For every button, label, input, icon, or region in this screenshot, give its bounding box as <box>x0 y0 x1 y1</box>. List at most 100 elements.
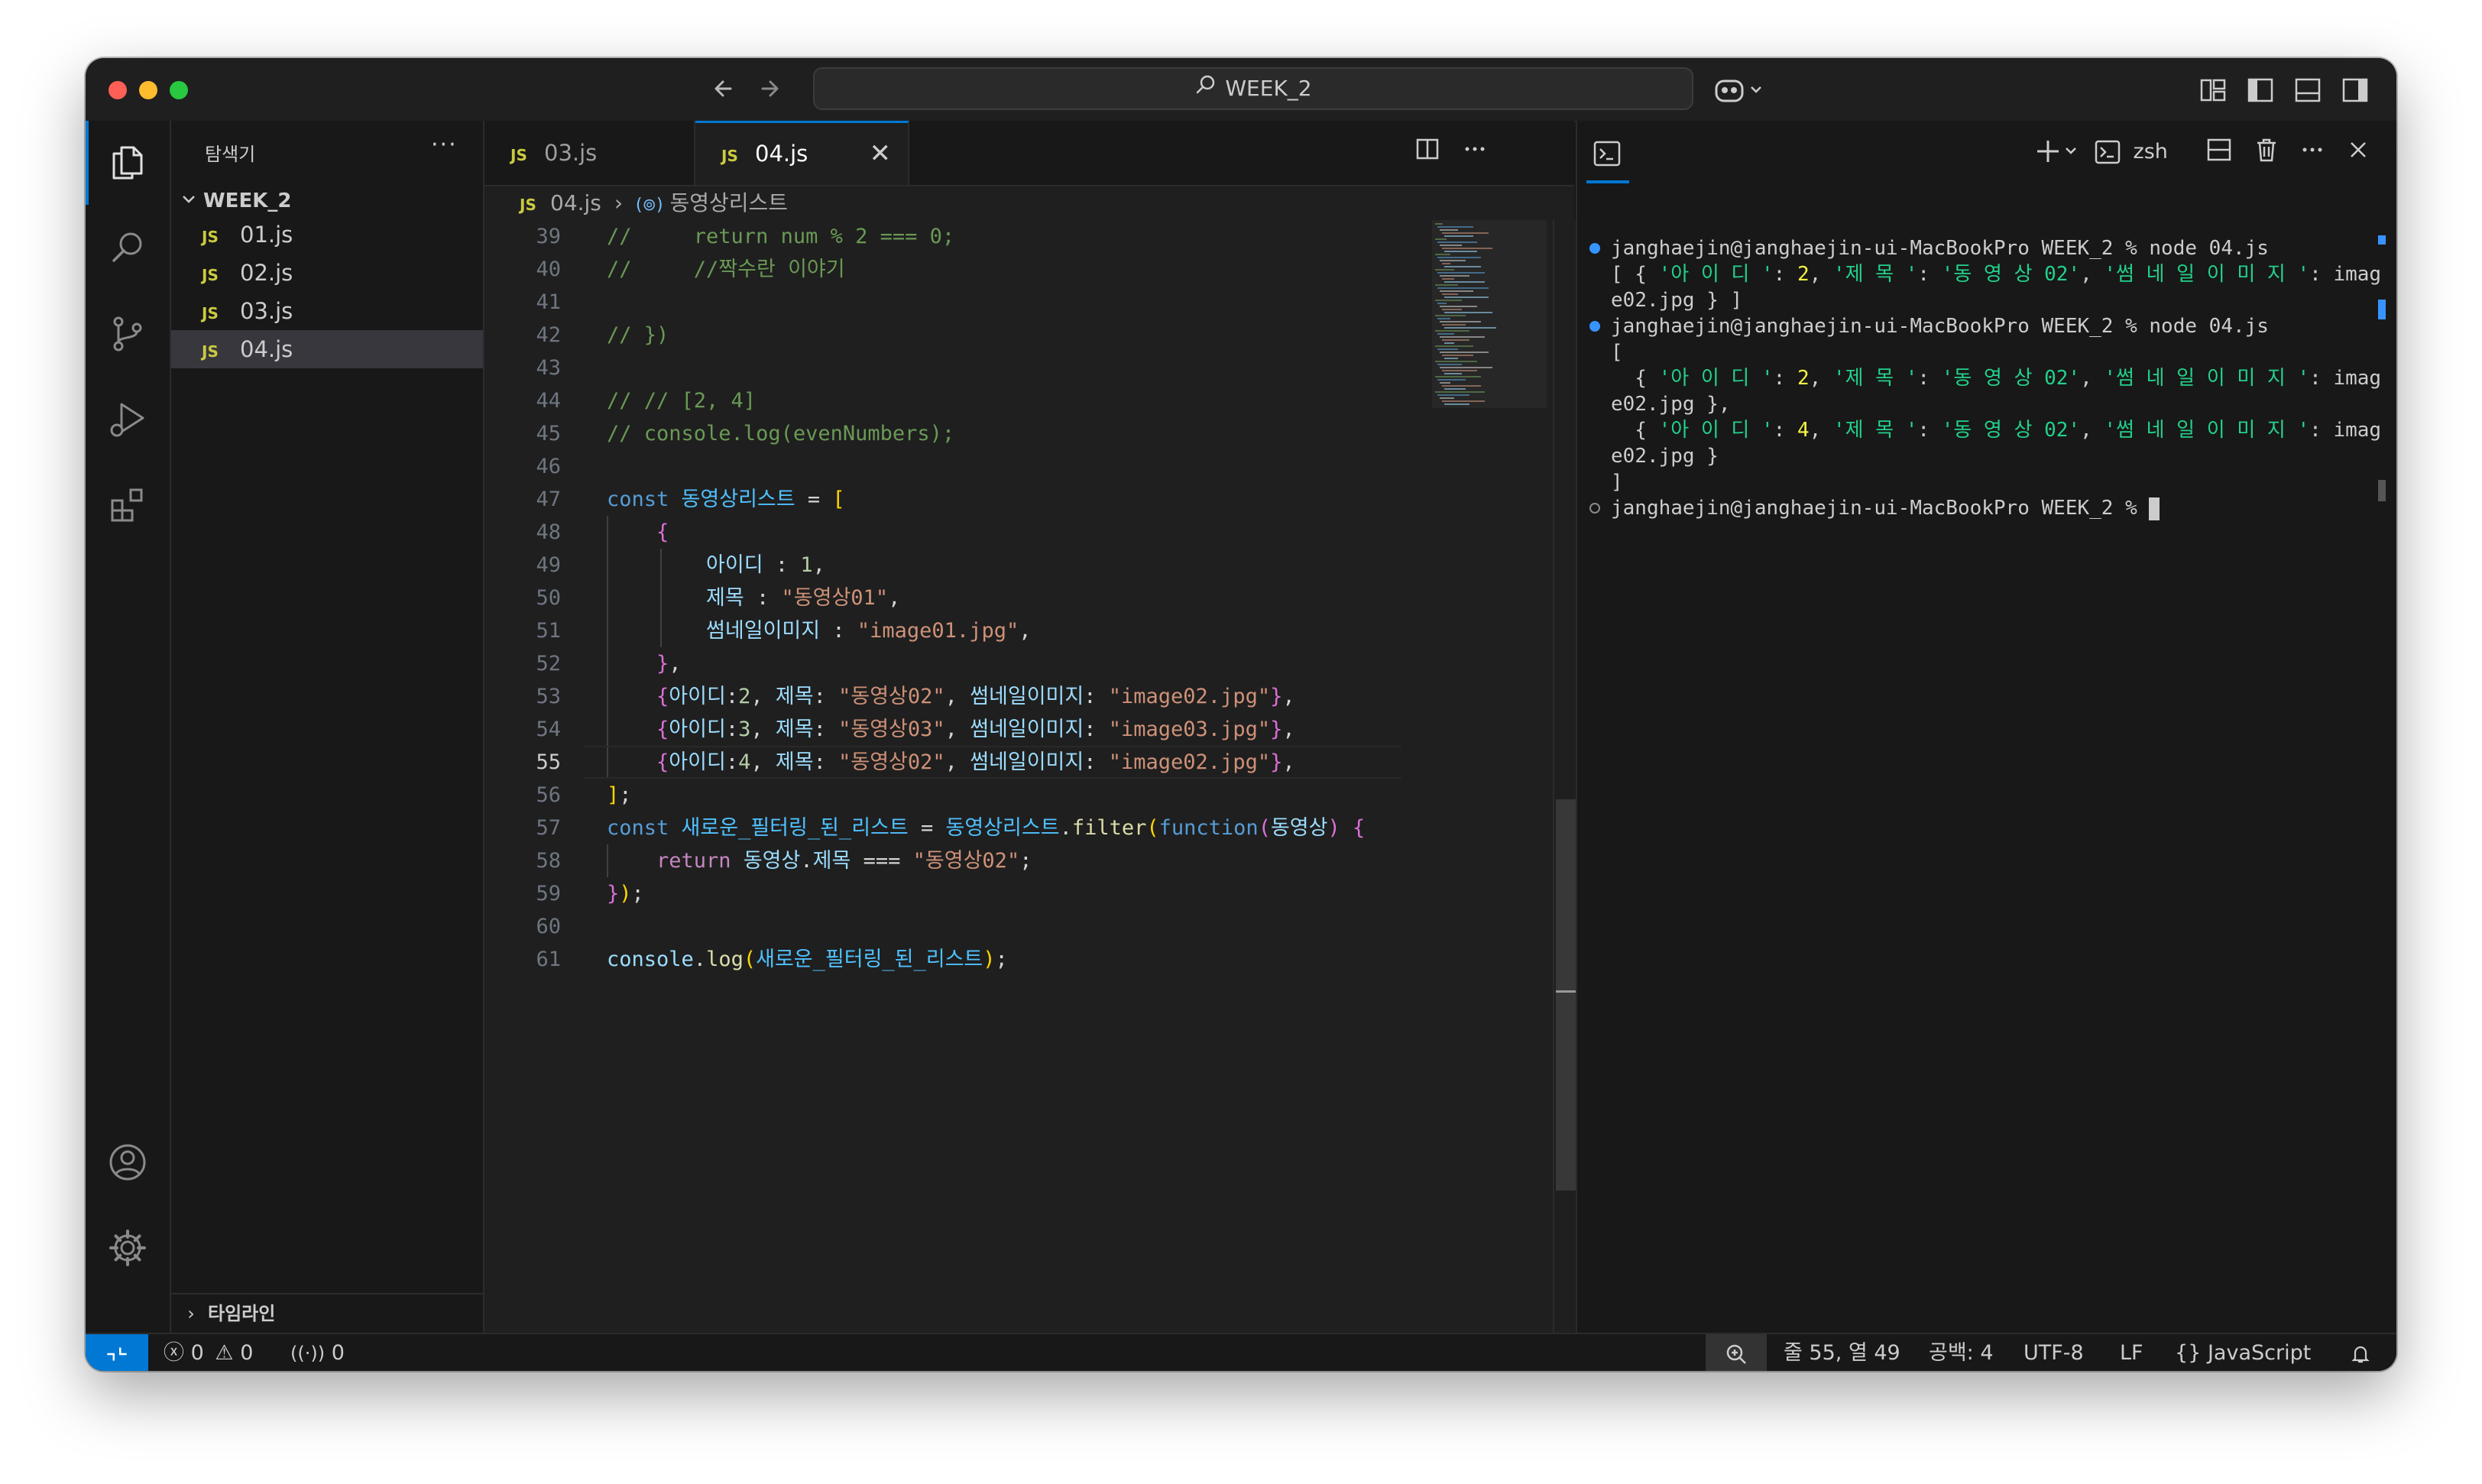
cursor-position[interactable]: 줄 55, 열 49 <box>1784 1334 1900 1371</box>
end-of-line[interactable]: LF <box>2120 1334 2143 1371</box>
source-control-icon <box>113 316 142 352</box>
code-line[interactable]: 51 썸네일이미지 : "image01.jpg", <box>484 614 1401 647</box>
workspace-folder[interactable]: WEEK_2 <box>180 190 291 212</box>
terminal-profile-button[interactable]: zsh <box>2094 136 2168 167</box>
toggle-panel-icon[interactable] <box>2292 75 2323 105</box>
run-debug-activity[interactable] <box>86 377 170 462</box>
scrollbar-thumb[interactable] <box>1556 799 1576 1191</box>
code-line[interactable]: 54 {아이디:3, 제목: "동영상03", 썸네일이미지: "image03… <box>484 713 1401 746</box>
code-line[interactable]: 41 <box>484 286 1401 319</box>
copilot-icon[interactable] <box>1713 75 1761 105</box>
code-text: { <box>656 520 669 544</box>
accounts-activity[interactable] <box>86 1120 170 1204</box>
explorer-activity[interactable] <box>86 121 170 205</box>
terminal-icon[interactable] <box>1593 139 1622 171</box>
file-item[interactable]: JS 01.js <box>171 215 483 254</box>
indentation[interactable]: 공백: 4 <box>1929 1334 1994 1371</box>
code-text: // console.log(evenNumbers); <box>607 422 955 446</box>
code-line[interactable]: 56]; <box>484 779 1401 812</box>
code-line[interactable]: 50 제목 : "동영상01", <box>484 582 1401 614</box>
line-number: 46 <box>536 455 561 478</box>
line-number: 44 <box>536 389 561 413</box>
breadcrumb-symbol[interactable]: 동영상리스트 <box>669 190 788 215</box>
ports-count: 0 <box>331 1341 345 1365</box>
command-decoration[interactable] <box>1589 321 1600 332</box>
split-terminal-icon[interactable] <box>2205 136 2233 167</box>
code-line[interactable]: 52 }, <box>484 647 1401 680</box>
minimap[interactable] <box>1432 220 1547 1333</box>
title-bar: WEEK_2 <box>86 58 2396 122</box>
code-line[interactable]: 46 <box>484 450 1401 483</box>
editor-more-actions-icon[interactable] <box>1460 136 1490 167</box>
remote-icon <box>107 1347 127 1360</box>
split-editor-icon[interactable] <box>1412 136 1443 167</box>
command-decoration[interactable] <box>1589 243 1600 254</box>
js-file-icon: JS <box>202 266 219 284</box>
tab-03-js[interactable]: JS 03.js <box>484 121 695 185</box>
customize-layout-icon[interactable] <box>2198 75 2228 105</box>
toggle-primary-sidebar-icon[interactable] <box>2245 75 2276 105</box>
code-line[interactable]: 60 <box>484 910 1401 943</box>
sidebar-more-actions[interactable]: ··· <box>431 131 458 158</box>
code-line[interactable]: 53 {아이디:2, 제목: "동영상02", 썸네일이미지: "image02… <box>484 680 1401 713</box>
code-line[interactable]: 59}); <box>484 877 1401 910</box>
close-tab-icon[interactable]: ✕ <box>870 123 892 184</box>
extensions-activity[interactable] <box>86 463 170 547</box>
line-number: 54 <box>536 718 561 741</box>
code-text: return 동영상.제목 === "동영상02"; <box>656 849 1032 873</box>
code-line[interactable]: 43 <box>484 352 1401 384</box>
code-line[interactable]: 58 return 동영상.제목 === "동영상02"; <box>484 844 1401 877</box>
terminal-panel: zsh janghaejin@janghaejin-ui-MacBookPro … <box>1576 121 2396 1333</box>
zoom-window-button[interactable] <box>170 81 188 99</box>
code-line[interactable]: 40 // //짝수란 이야기 <box>484 253 1401 286</box>
encoding[interactable]: UTF-8 <box>2024 1334 2084 1371</box>
timeline-section[interactable]: › 타임라인 <box>171 1293 483 1333</box>
code-line[interactable]: 49 아이디 : 1, <box>484 549 1401 582</box>
tab-04-js[interactable]: JS 04.js ✕ <box>695 121 909 185</box>
file-name: 03.js <box>240 298 293 324</box>
line-number: 52 <box>536 652 561 676</box>
search-activity[interactable] <box>86 206 170 290</box>
line-number: 40 <box>536 258 561 281</box>
new-terminal-button[interactable] <box>2034 136 2080 167</box>
file-item[interactable]: JS 03.js <box>171 292 483 330</box>
code-line[interactable]: 39 // return num % 2 === 0; <box>484 220 1401 253</box>
problems-status[interactable]: ⓧ 0 ⚠ 0 <box>164 1334 253 1371</box>
terminal-shell-icon <box>2095 140 2121 164</box>
back-arrow-icon[interactable] <box>708 72 741 105</box>
toggle-secondary-sidebar-icon[interactable] <box>2340 75 2370 105</box>
zoom-indicator[interactable] <box>1706 1334 1767 1371</box>
editor-vertical-scrollbar[interactable] <box>1553 220 1576 1333</box>
close-window-button[interactable] <box>109 81 127 99</box>
terminal-line: e02.jpg } ] <box>1611 289 1743 312</box>
terminal-header: zsh <box>1577 121 2396 185</box>
breadcrumb-file[interactable]: 04.js <box>550 190 601 215</box>
command-center-search[interactable]: WEEK_2 <box>813 67 1693 110</box>
js-file-icon: JS <box>202 304 219 322</box>
code-line[interactable]: 55 {아이디:4, 제목: "동영상02", 썸네일이미지: "image02… <box>484 746 1401 779</box>
file-item[interactable]: JS 02.js <box>171 254 483 292</box>
code-line[interactable]: 42 // }) <box>484 319 1401 352</box>
code-text: }); <box>607 882 644 906</box>
close-panel-icon[interactable] <box>2344 136 2372 167</box>
command-decoration[interactable] <box>1589 503 1600 514</box>
code-line[interactable]: 61 console.log(새로운_필터링_된_리스트); <box>484 943 1401 976</box>
language-mode[interactable]: {} JavaScript <box>2175 1334 2311 1371</box>
source-control-activity[interactable] <box>86 292 170 376</box>
minimap-viewport[interactable] <box>1432 220 1547 408</box>
code-line[interactable]: 57 const 새로운_필터링_된_리스트 = 동영상리스트.filter(fu… <box>484 812 1401 844</box>
terminal-more-actions-icon[interactable] <box>2299 136 2326 167</box>
minimize-window-button[interactable] <box>139 81 157 99</box>
code-line[interactable]: 48 { <box>484 516 1401 549</box>
code-editor[interactable]: 39 // return num % 2 === 0; 40 // //짝수란 이야기… <box>484 220 1401 1333</box>
forward-arrow-icon[interactable] <box>753 72 787 105</box>
code-line[interactable]: 45 // console.log(evenNumbers); <box>484 417 1401 450</box>
ports-status[interactable]: ((·)) 0 <box>290 1334 345 1371</box>
code-line[interactable]: 44 // // [2, 4] <box>484 384 1401 417</box>
code-line[interactable]: 47 const 동영상리스트 = [ <box>484 483 1401 516</box>
notifications-bell-icon[interactable] <box>2349 1334 2372 1371</box>
manage-activity[interactable] <box>86 1206 170 1290</box>
remote-indicator[interactable] <box>86 1334 148 1371</box>
file-item[interactable]: JS 04.js <box>171 330 483 368</box>
kill-terminal-trash-icon[interactable] <box>2253 136 2280 167</box>
